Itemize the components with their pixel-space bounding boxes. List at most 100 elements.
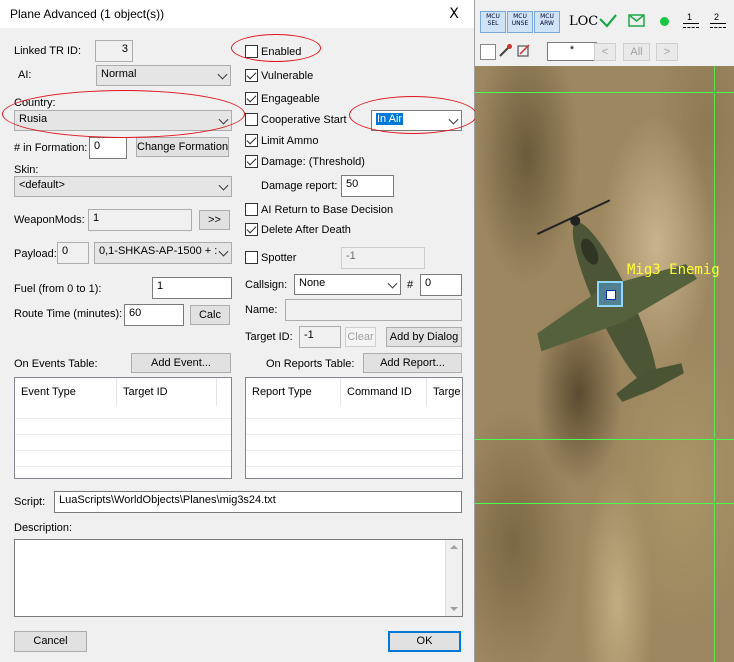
- name-label: Name:: [245, 304, 278, 316]
- payload-select[interactable]: 0,1-SHKAS-AP-1500 + :: [94, 242, 232, 264]
- reports-table[interactable]: Report Type Command ID Targe: [245, 377, 463, 479]
- map-view[interactable]: Mig3 Enemig: [475, 66, 734, 662]
- ai-select[interactable]: Normal: [96, 65, 231, 86]
- callsign-hash-label: #: [407, 279, 414, 291]
- damage-threshold-checkbox[interactable]: [245, 155, 258, 168]
- all-button[interactable]: All: [623, 43, 650, 61]
- skin-select[interactable]: <default>: [14, 176, 232, 197]
- skin-label: Skin:: [14, 164, 39, 176]
- prev-button[interactable]: <: [594, 43, 616, 61]
- add-by-dialog-button[interactable]: Add by Dialog: [386, 327, 462, 347]
- callsign-select[interactable]: None: [294, 274, 401, 295]
- payload-id-field[interactable]: 0: [57, 242, 89, 264]
- grid-line: [475, 92, 734, 93]
- mcu-unse-button[interactable]: MCU UNSE: [507, 11, 533, 33]
- events-table-label: On Events Table:: [14, 358, 98, 370]
- row-divider: [246, 434, 462, 435]
- mcu-unse-line1: MCU: [513, 13, 527, 20]
- scroll-up-icon[interactable]: [450, 545, 458, 549]
- ai-return-label: AI Return to Base Decision: [261, 204, 394, 216]
- close-button[interactable]: X: [440, 3, 468, 25]
- chevron-down-icon: [218, 180, 229, 191]
- route-time-field[interactable]: 60: [124, 304, 184, 326]
- linked-tr-id-field[interactable]: 3: [95, 40, 133, 62]
- add-event-button[interactable]: Add Event...: [131, 353, 231, 373]
- cooperative-start-checkbox[interactable]: [245, 113, 258, 126]
- add-report-button[interactable]: Add Report...: [363, 353, 462, 373]
- grid-line: [475, 439, 734, 440]
- spotter-checkbox[interactable]: [245, 251, 258, 264]
- mcu-unse-line2: UNSE: [511, 20, 529, 27]
- events-table[interactable]: Event Type Target ID: [14, 377, 232, 479]
- row-divider: [15, 418, 231, 419]
- tool-square-icon[interactable]: [480, 44, 496, 60]
- vulnerable-checkbox[interactable]: [245, 69, 258, 82]
- eyedropper-icon[interactable]: [497, 43, 513, 59]
- clear-button[interactable]: Clear: [345, 327, 376, 347]
- engageable-label: Engageable: [261, 93, 320, 105]
- layer-2-button[interactable]: 2: [707, 12, 729, 32]
- spotter-field[interactable]: -1: [341, 247, 425, 269]
- target-id-field[interactable]: -1: [299, 326, 341, 348]
- row-divider: [15, 434, 231, 435]
- map-object-label: Mig3 Enemig: [627, 262, 720, 278]
- editor-toolbar: MCU SEL MCU UNSE MCU ARW LOC 1 2 * < All…: [475, 0, 734, 66]
- name-field[interactable]: [285, 299, 462, 321]
- ai-return-checkbox[interactable]: [245, 203, 258, 216]
- limit-ammo-checkbox[interactable]: [245, 134, 258, 147]
- calc-button[interactable]: Calc: [190, 305, 230, 325]
- reports-column-target[interactable]: Targe: [427, 378, 462, 406]
- description-label: Description:: [14, 522, 73, 534]
- script-field[interactable]: LuaScripts\WorldObjects\Planes\mig3s24.t…: [54, 491, 462, 513]
- scroll-down-icon[interactable]: [450, 607, 458, 611]
- mcu-arw-line2: ARW: [540, 20, 554, 27]
- mcu-sel-line2: SEL: [487, 20, 499, 27]
- ai-label: AI:: [18, 69, 32, 81]
- mcu-arw-line1: MCU: [540, 13, 554, 20]
- script-label: Script:: [14, 496, 46, 508]
- green-dot-icon[interactable]: [660, 17, 669, 26]
- weaponmods-button[interactable]: >>: [199, 210, 230, 230]
- fuel-field[interactable]: 1: [152, 277, 232, 299]
- damage-threshold-label: Damage: (Threshold): [261, 156, 365, 168]
- spotter-label: Spotter: [261, 252, 297, 264]
- ok-button[interactable]: OK: [388, 631, 461, 652]
- events-column-target-id[interactable]: Target ID: [117, 378, 217, 406]
- mcu-sel-button[interactable]: MCU SEL: [480, 11, 506, 33]
- weaponmods-field[interactable]: 1: [88, 209, 192, 231]
- callsign-number-field[interactable]: 0: [420, 274, 462, 296]
- chevron-down-icon: [217, 69, 228, 80]
- selected-object-marker[interactable]: [597, 281, 623, 307]
- linked-tr-id-label: Linked TR ID:: [14, 45, 82, 57]
- cancel-button[interactable]: Cancel: [14, 631, 87, 652]
- description-textarea[interactable]: [14, 539, 463, 617]
- description-scrollbar[interactable]: [445, 540, 462, 616]
- change-formation-button[interactable]: Change Formation: [136, 137, 229, 157]
- filter-field[interactable]: *: [547, 42, 597, 61]
- mcu-arw-button[interactable]: MCU ARW: [534, 11, 560, 33]
- checkmark-icon[interactable]: [598, 13, 618, 29]
- envelope-icon[interactable]: [628, 13, 646, 29]
- next-button[interactable]: >: [656, 43, 678, 61]
- reports-column-report-type[interactable]: Report Type: [246, 378, 341, 406]
- annotation-circle-enabled: [231, 34, 321, 62]
- events-column-event-type[interactable]: Event Type: [15, 378, 117, 406]
- fuel-label: Fuel (from 0 to 1):: [14, 283, 102, 295]
- limit-ammo-label: Limit Ammo: [261, 135, 319, 147]
- row-divider: [246, 466, 462, 467]
- delete-after-death-checkbox[interactable]: [245, 223, 258, 236]
- layer-dash-icon: [683, 27, 699, 29]
- callsign-label: Callsign:: [245, 279, 288, 291]
- formation-field[interactable]: 0: [89, 137, 127, 159]
- row-divider: [15, 466, 231, 467]
- row-divider: [246, 450, 462, 451]
- title-bar: Plane Advanced (1 object(s)) X: [0, 0, 474, 28]
- payload-label: Payload:: [14, 248, 57, 260]
- damage-report-field[interactable]: 50: [341, 175, 394, 197]
- engageable-checkbox[interactable]: [245, 92, 258, 105]
- loc-button[interactable]: LOC: [569, 14, 598, 29]
- plane-advanced-dialog: Plane Advanced (1 object(s)) X Linked TR…: [0, 0, 477, 662]
- tool-icon[interactable]: [516, 43, 532, 59]
- layer-1-button[interactable]: 1: [680, 12, 702, 32]
- reports-column-command-id[interactable]: Command ID: [341, 378, 427, 406]
